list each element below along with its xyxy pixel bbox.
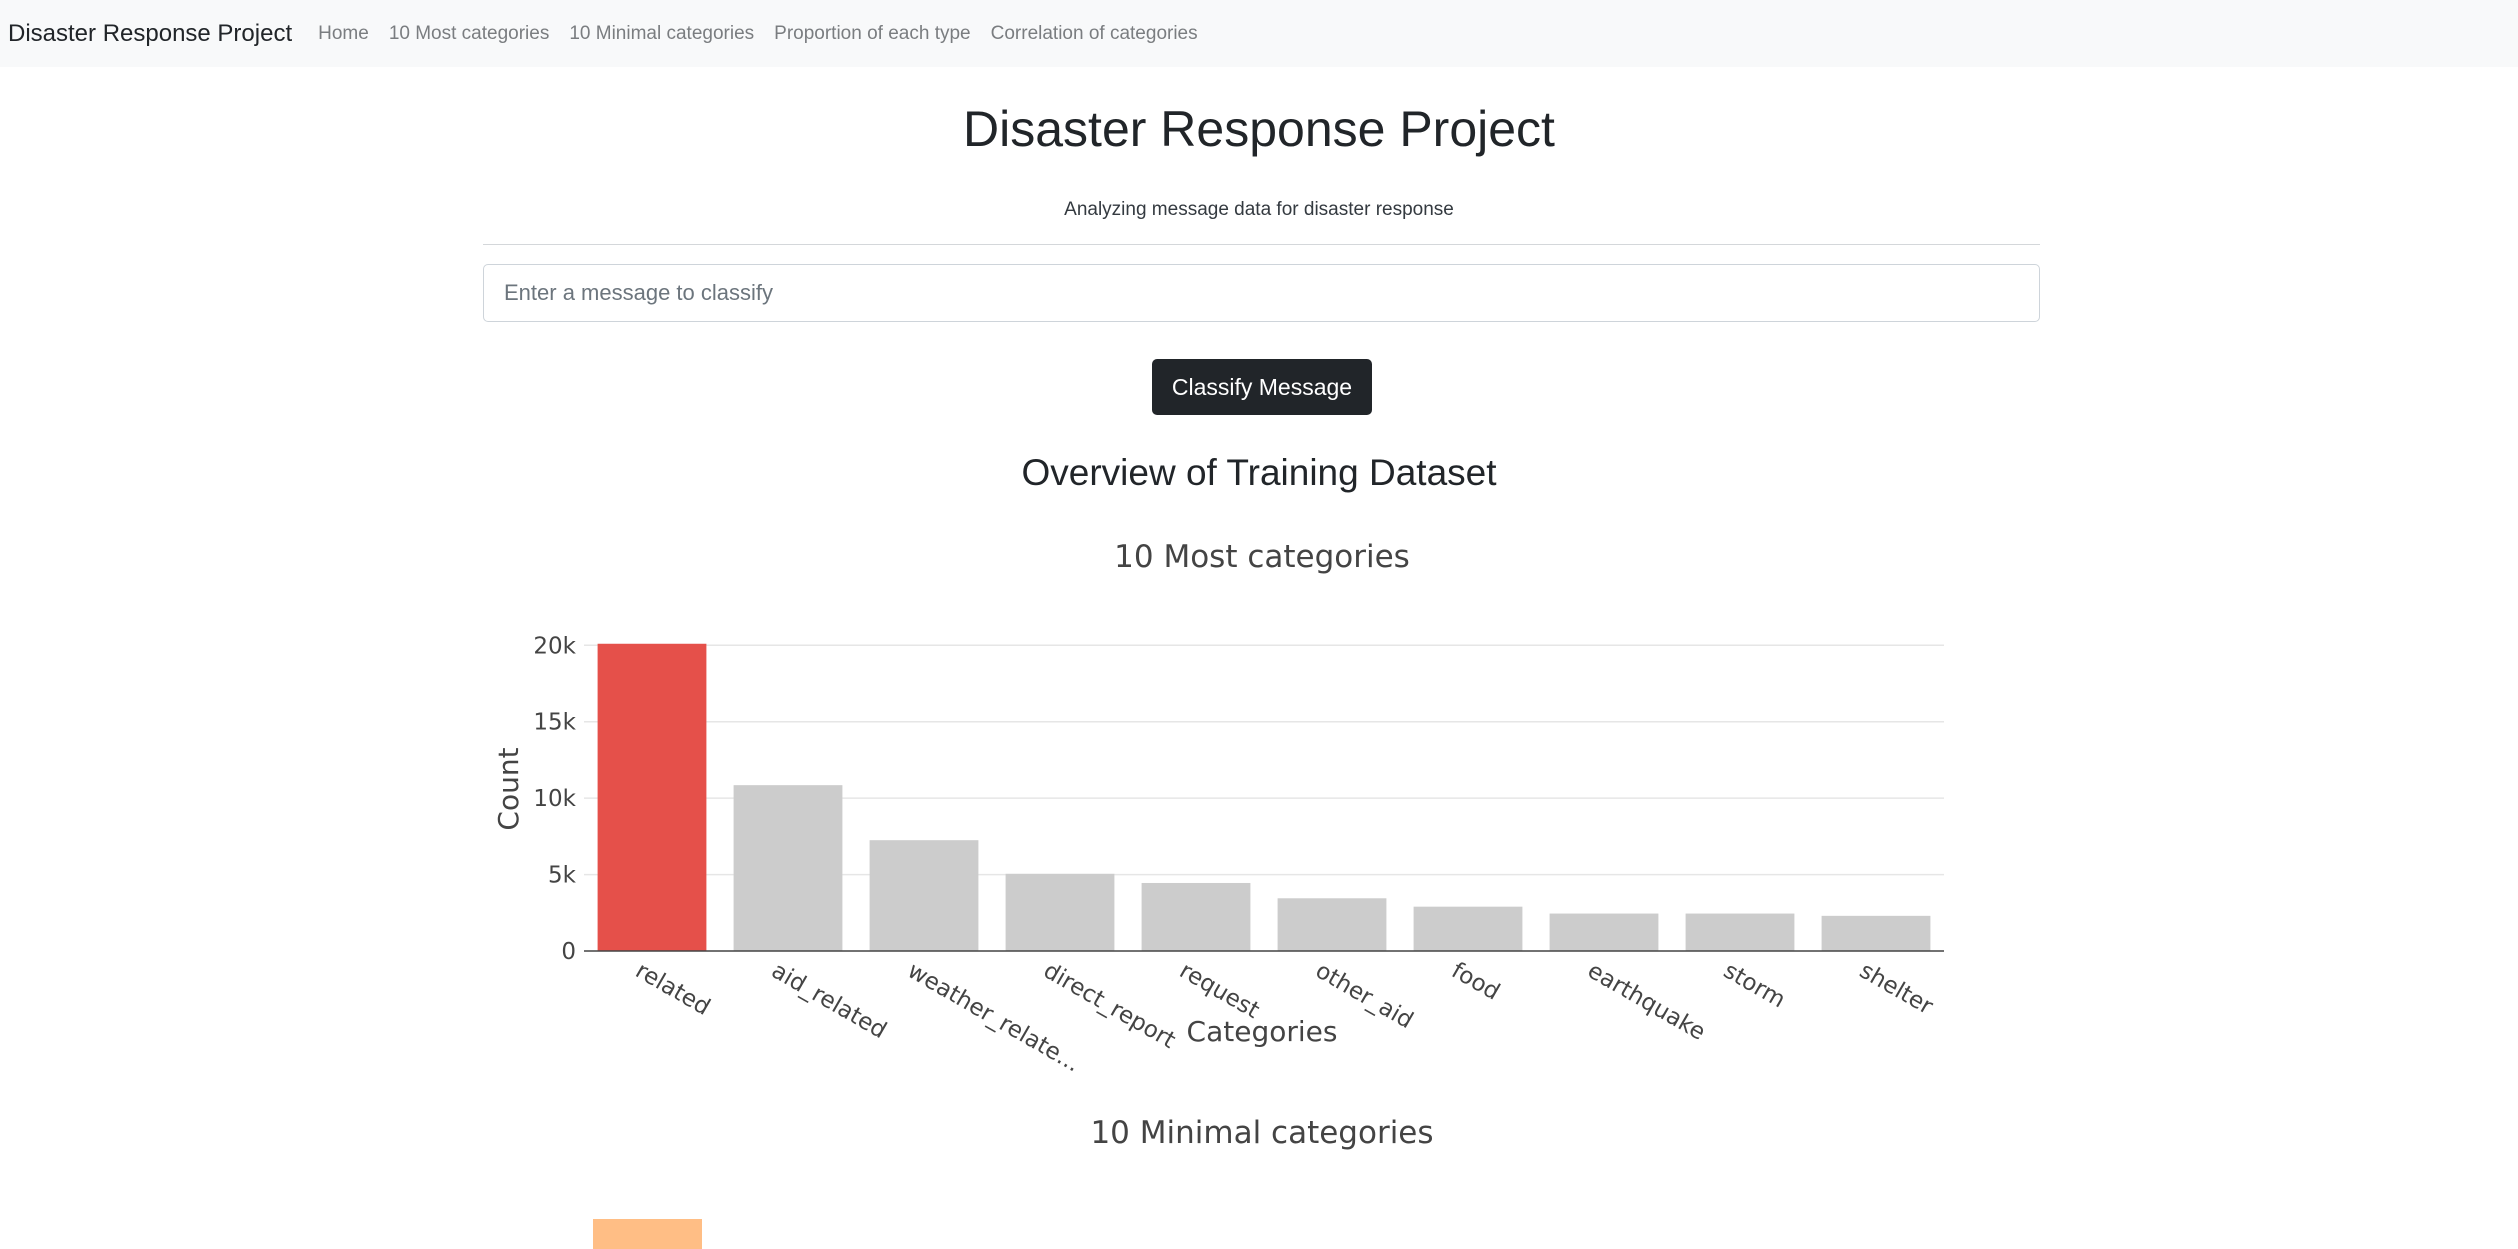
most-categories-chart: 10 Most categories 0 5k 10k 15k 20k related a… [492,539,1944,1077]
chart-bar [1413,906,1523,951]
x-tick-label: weather_relate... [903,958,1084,1078]
x-tick-label: request [1175,958,1264,1024]
x-tick-label: shelter [1855,958,1938,1021]
chart-bar [1821,915,1931,951]
charts-canvas: 10 Most categories 0 5k 10k 15k 20k related a… [492,539,1944,1249]
minimal-categories-chart: 10 Minimal categories [593,1115,1434,1249]
y-tick-label: 20k [533,633,576,659]
chart-bar [1549,913,1659,951]
divider [483,244,2040,245]
chart-title: 10 Most categories [1114,539,1410,575]
chart-bar [1141,882,1251,951]
chart-y-axis-label: Count [492,747,525,830]
overview-title: Overview of Training Dataset [1021,452,1497,493]
chart-bar [593,1219,702,1249]
message-input[interactable] [483,264,2040,322]
chart-title: 10 Minimal categories [1090,1115,1433,1151]
chart-bar [597,643,707,951]
x-tick-label: food [1447,958,1504,1006]
nav-link-minimal-categories[interactable]: 10 Minimal categories [559,23,764,45]
x-tick-label: direct_report [1039,958,1180,1054]
nav-link-correlation[interactable]: Correlation of categories [981,23,1208,45]
y-tick-label: 10k [533,786,576,812]
y-tick-label: 15k [533,710,576,736]
page-subtitle: Analyzing message data for disaster resp… [1064,199,1454,220]
x-tick-label: storm [1719,958,1790,1014]
navbar: Disaster Response Project Home 10 Most c… [0,0,2518,67]
chart-bar [733,785,843,951]
nav-links: Home 10 Most categories 10 Minimal categ… [308,23,1208,45]
chart-bars [597,643,1931,951]
y-tick-label: 5k [548,863,577,889]
chart-bar [1005,873,1115,951]
chart-x-axis-label: Categories [1187,1015,1338,1048]
chart-y-ticks: 0 5k 10k 15k 20k [533,633,576,965]
page-title: Disaster Response Project [963,101,1555,157]
chart-x-ticks: related aid_related weather_relate...direc… [631,958,1938,1078]
classify-message-button[interactable]: Classify Message [1152,359,1372,415]
nav-link-most-categories[interactable]: 10 Most categories [379,23,560,45]
navbar-brand[interactable]: Disaster Response Project [8,20,292,48]
x-tick-label: earthquake [1583,958,1710,1046]
chart-gridlines [584,644,1944,876]
nav-link-proportion[interactable]: Proportion of each type [764,23,980,45]
y-tick-label: 0 [561,939,576,965]
x-tick-label: aid_related [767,958,891,1044]
x-tick-label: related [631,958,714,1021]
chart-bar [1685,913,1795,951]
chart-bar [1277,898,1387,951]
chart-bar [869,840,979,951]
nav-link-home[interactable]: Home [308,23,379,45]
x-tick-label: other_aid [1311,958,1417,1034]
